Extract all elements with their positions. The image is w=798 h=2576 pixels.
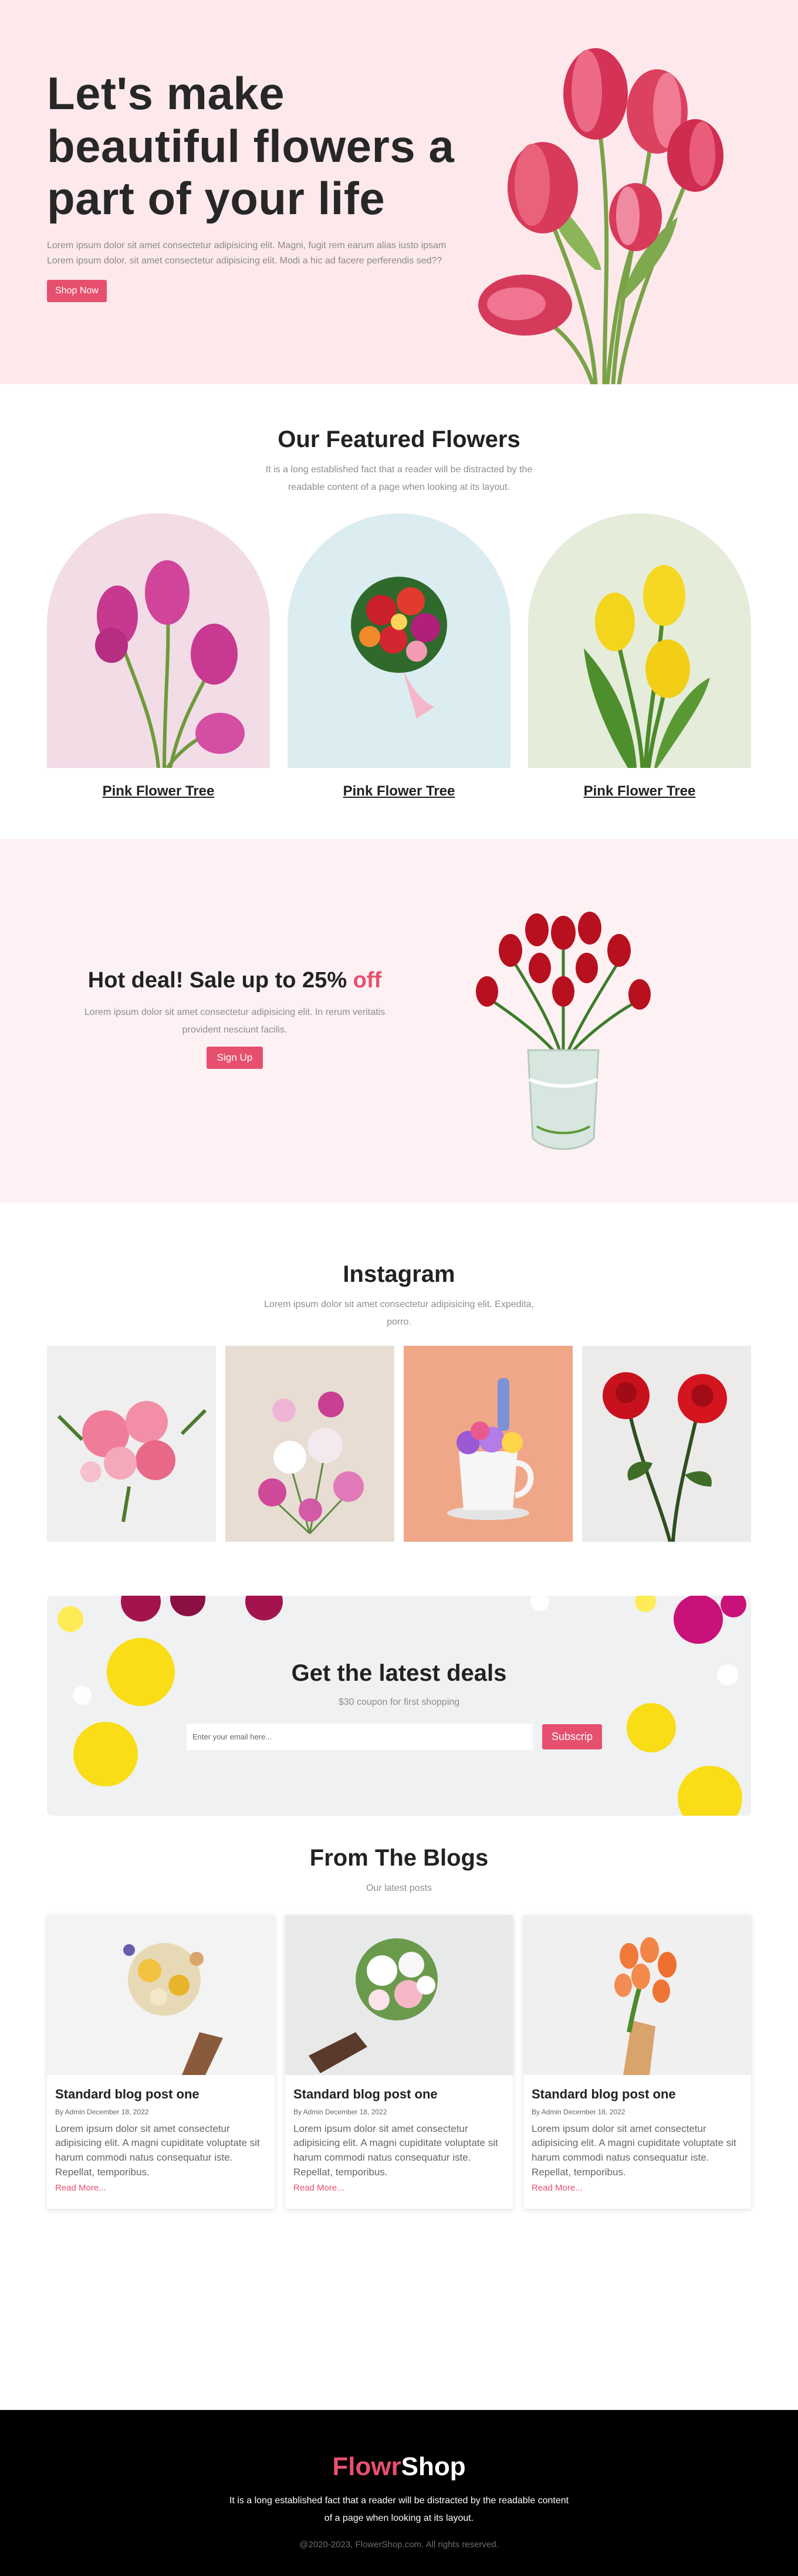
logo-part-flowr: Flowr [332, 2452, 401, 2481]
blog-card: Standard blog post one By Admin December… [523, 1914, 751, 2209]
logo-part-shop: Shop [401, 2452, 466, 2481]
instagram-photo-mug[interactable] [404, 1345, 573, 1542]
blog-body: Standard blog post one By Admin December… [523, 2075, 751, 2209]
deal-title-accent: off [353, 968, 382, 993]
featured-card[interactable]: Pink Flower Tree [288, 513, 510, 800]
card-link[interactable]: Pink Flower Tree [103, 783, 215, 800]
featured-section: Our Featured Flowers It is a long establ… [0, 384, 798, 839]
hero-description: Lorem ipsum dolor sit amet consectetur a… [47, 241, 447, 266]
blogs-title: From The Blogs [309, 1845, 489, 1871]
deal-title: Hot deal! Sale up to 25% off [87, 968, 382, 993]
instagram-photo-red-roses[interactable] [582, 1345, 751, 1542]
subscribe-button[interactable]: Subscrip [542, 1724, 603, 1749]
newsletter-subtitle: $30 coupon for first shopping [338, 1697, 460, 1707]
hero-section: Let's make beautiful flowers a part of y… [0, 0, 798, 384]
blog-grid: Standard blog post one By Admin December… [47, 1914, 751, 2209]
blogs-section: From The Blogs Our latest posts Standard… [0, 1816, 798, 2410]
card-link[interactable]: Pink Flower Tree [584, 783, 696, 800]
hero-title: Let's make beautiful flowers a part of y… [47, 67, 455, 225]
footer-text: It is a long established fact that a rea… [229, 2496, 569, 2523]
blog-meta: By Admin December 18, 2022 [532, 2107, 625, 2116]
blog-body: Standard blog post one By Admin December… [285, 2075, 513, 2209]
deal-content: Hot deal! Sale up to 25% off Lorem ipsum… [82, 968, 387, 1069]
read-more-link[interactable]: Read More... [55, 2183, 106, 2193]
sign-up-button[interactable]: Sign Up [206, 1047, 263, 1069]
instagram-subtitle: Lorem ipsum dolor sit amet consectetur a… [264, 1299, 534, 1328]
featured-card[interactable]: Pink Flower Tree [47, 513, 270, 800]
blog-card: Standard blog post one By Admin December… [285, 1914, 513, 2209]
blog-excerpt: Lorem ipsum dolor sit amet consectetur a… [532, 2123, 736, 2178]
footer-logo[interactable]: FlowrShop [0, 2452, 798, 2482]
hot-deal-section: Hot deal! Sale up to 25% off Lorem ipsum… [0, 839, 798, 1203]
red-tulips-vase-image [476, 912, 651, 1150]
blog-meta: By Admin December 18, 2022 [293, 2107, 387, 2116]
email-input[interactable] [187, 1724, 533, 1750]
shop-now-button[interactable]: Shop Now [47, 279, 107, 302]
read-more-link[interactable]: Read More... [532, 2183, 583, 2193]
blog-image-dried-bouquet [47, 1914, 275, 2075]
instagram-grid [47, 1345, 751, 1542]
featured-title: Our Featured Flowers [278, 426, 520, 452]
footer: FlowrShop It is a long established fact … [0, 2410, 798, 2576]
newsletter-form: Subscrip [187, 1724, 603, 1750]
instagram-photo-cosmos[interactable] [225, 1345, 394, 1542]
yellow-tulips-image [528, 513, 751, 769]
newsletter-title: Get the latest deals [291, 1660, 507, 1686]
blog-title: Standard blog post one [293, 2086, 438, 2101]
blog-title: Standard blog post one [55, 2086, 200, 2101]
instagram-title: Instagram [343, 1261, 455, 1287]
hero-content: Let's make beautiful flowers a part of y… [47, 67, 469, 302]
featured-cards: Pink Flower Tree Pink Flower Tree Pink F… [47, 513, 751, 800]
blog-card: Standard blog post one By Admin December… [47, 1914, 275, 2209]
blog-image-white-bouquet [285, 1914, 513, 2075]
tulip-bouquet-image [478, 48, 723, 384]
blogs-subtitle: Our latest posts [366, 1883, 432, 1893]
blog-excerpt: Lorem ipsum dolor sit amet consectetur a… [55, 2123, 260, 2178]
card-link[interactable]: Pink Flower Tree [343, 783, 455, 800]
featured-card[interactable]: Pink Flower Tree [528, 513, 751, 800]
mixed-bouquet-image [288, 513, 510, 769]
deal-description: Lorem ipsum dolor sit amet consectetur a… [84, 1007, 386, 1035]
blog-meta: By Admin December 18, 2022 [55, 2107, 149, 2116]
footer-copyright: @2020-2023, FlowerShop.com. All rights r… [299, 2540, 499, 2550]
instagram-photo-roses[interactable] [47, 1345, 216, 1542]
blog-image-orange-tulips [523, 1914, 751, 2075]
blog-excerpt: Lorem ipsum dolor sit amet consectetur a… [293, 2123, 498, 2178]
newsletter-section: Get the latest deals $30 coupon for firs… [47, 1596, 751, 1816]
featured-subtitle: It is a long established fact that a rea… [265, 465, 533, 492]
pink-tulips-image [47, 513, 270, 769]
blog-title: Standard blog post one [532, 2086, 676, 2101]
read-more-link[interactable]: Read More... [293, 2183, 344, 2193]
blog-body: Standard blog post one By Admin December… [47, 2075, 275, 2209]
instagram-section: Instagram Lorem ipsum dolor sit amet con… [0, 1203, 798, 1596]
